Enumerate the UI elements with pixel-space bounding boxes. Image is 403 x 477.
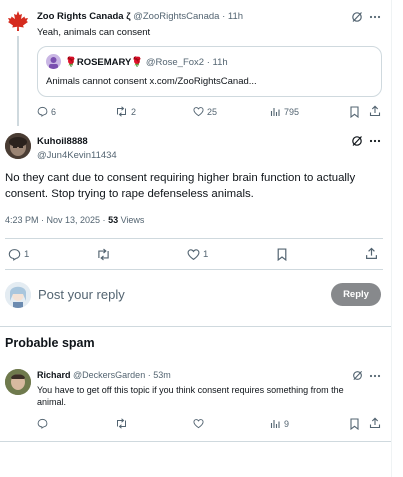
reply-button[interactable]: 6 xyxy=(37,106,56,117)
main-author-handle[interactable]: @Jun4Kevin11434 xyxy=(37,150,117,161)
heart-icon xyxy=(187,249,200,261)
section-heading: Probable spam xyxy=(5,336,95,350)
reply-submit-button[interactable]: Reply xyxy=(331,283,381,306)
views-chart-icon xyxy=(270,420,280,428)
reply-count: 1 xyxy=(24,249,30,260)
spam-author-handle[interactable]: @DeckersGarden xyxy=(73,370,145,380)
share-icon[interactable] xyxy=(365,247,378,260)
spam-post-text: You have to get off this topic if you th… xyxy=(37,385,344,407)
avatar-zoo-rights-canada[interactable] xyxy=(7,10,29,32)
views-count: 795 xyxy=(284,106,300,117)
grok-icon[interactable] xyxy=(351,11,363,23)
post-text: Yeah, animals can consent xyxy=(37,27,151,38)
more-icon[interactable] xyxy=(369,12,381,22)
spam-post-time[interactable]: · 53m xyxy=(148,370,171,380)
like-button[interactable]: 25 xyxy=(193,106,217,117)
reply-icon xyxy=(37,418,48,429)
author-handle[interactable]: @ZooRightsCanada xyxy=(133,11,219,22)
like-count: 1 xyxy=(203,249,209,260)
current-user-avatar[interactable] xyxy=(5,282,31,308)
post-timestamp[interactable]: 4:23 PM · Nov 13, 2025 · 53 Views xyxy=(5,215,144,225)
thread-line xyxy=(17,36,19,126)
repost-count: 2 xyxy=(131,106,137,117)
reply-button[interactable]: 1 xyxy=(8,248,29,261)
avatar-kuhoil8888[interactable] xyxy=(5,133,31,159)
quote-author-handle: @Rose_Fox2 xyxy=(145,57,205,68)
avatar-richard[interactable] xyxy=(5,369,31,395)
repost-button[interactable] xyxy=(115,418,128,429)
repost-icon xyxy=(117,418,126,429)
heart-icon xyxy=(193,419,204,429)
like-count: 25 xyxy=(207,106,218,117)
avatar-rosemary xyxy=(46,54,61,69)
spam-author-name[interactable]: Richard xyxy=(37,370,71,380)
more-icon[interactable] xyxy=(369,371,381,381)
divider xyxy=(5,238,383,239)
bookmark-icon[interactable] xyxy=(349,418,360,430)
quote-text: Animals cannot consent x.com/ZooRightsCa… xyxy=(46,76,257,87)
avatar-image xyxy=(49,57,58,69)
views-label: Views xyxy=(118,215,145,225)
repost-icon xyxy=(98,248,109,261)
share-icon[interactable] xyxy=(369,417,381,429)
more-icon[interactable] xyxy=(369,136,381,146)
avatar-image xyxy=(5,133,31,159)
quote-author-name: 🌹ROSEMARY🌹 xyxy=(65,57,144,68)
divider xyxy=(0,441,392,442)
quote-time: · 11h xyxy=(206,57,228,68)
timeline-border xyxy=(391,0,392,477)
avatar-image xyxy=(5,369,31,395)
reply-icon xyxy=(8,249,21,261)
maple-leaf-icon xyxy=(8,11,28,31)
main-author-name[interactable]: Kuhoil8888 xyxy=(37,136,88,147)
author-name[interactable]: Zoo Rights Canada ζ xyxy=(37,11,131,22)
heart-icon xyxy=(193,107,204,117)
like-button[interactable] xyxy=(193,418,204,429)
main-post-text: No they cant due to consent requiring hi… xyxy=(5,172,356,200)
divider xyxy=(0,326,392,327)
repost-button[interactable]: 2 xyxy=(115,106,136,117)
bookmark-icon[interactable] xyxy=(276,248,288,261)
views-count: 9 xyxy=(284,418,290,429)
reply-count: 6 xyxy=(51,106,57,117)
post-time[interactable]: · 11h xyxy=(222,11,243,22)
reply-icon xyxy=(37,106,48,117)
views-chart-icon xyxy=(270,108,280,116)
like-button[interactable]: 1 xyxy=(187,248,208,261)
views-count: 53 xyxy=(108,215,119,225)
share-icon[interactable] xyxy=(369,105,381,117)
views-button[interactable]: 795 xyxy=(270,106,299,117)
reply-input[interactable]: Post your reply xyxy=(38,287,318,302)
divider xyxy=(5,269,383,270)
timestamp-text: 4:23 PM · Nov 13, 2025 · xyxy=(5,215,109,225)
quoted-post[interactable]: 🌹ROSEMARY🌹 @Rose_Fox2 · 11h Animals cann… xyxy=(37,46,382,97)
grok-icon[interactable] xyxy=(352,370,363,381)
views-button[interactable]: 9 xyxy=(270,418,289,429)
repost-icon xyxy=(117,106,126,117)
repost-button[interactable] xyxy=(96,248,111,261)
avatar-image xyxy=(5,282,31,308)
bookmark-icon[interactable] xyxy=(349,106,360,118)
grok-icon[interactable] xyxy=(351,135,363,147)
reply-button[interactable] xyxy=(37,418,48,429)
